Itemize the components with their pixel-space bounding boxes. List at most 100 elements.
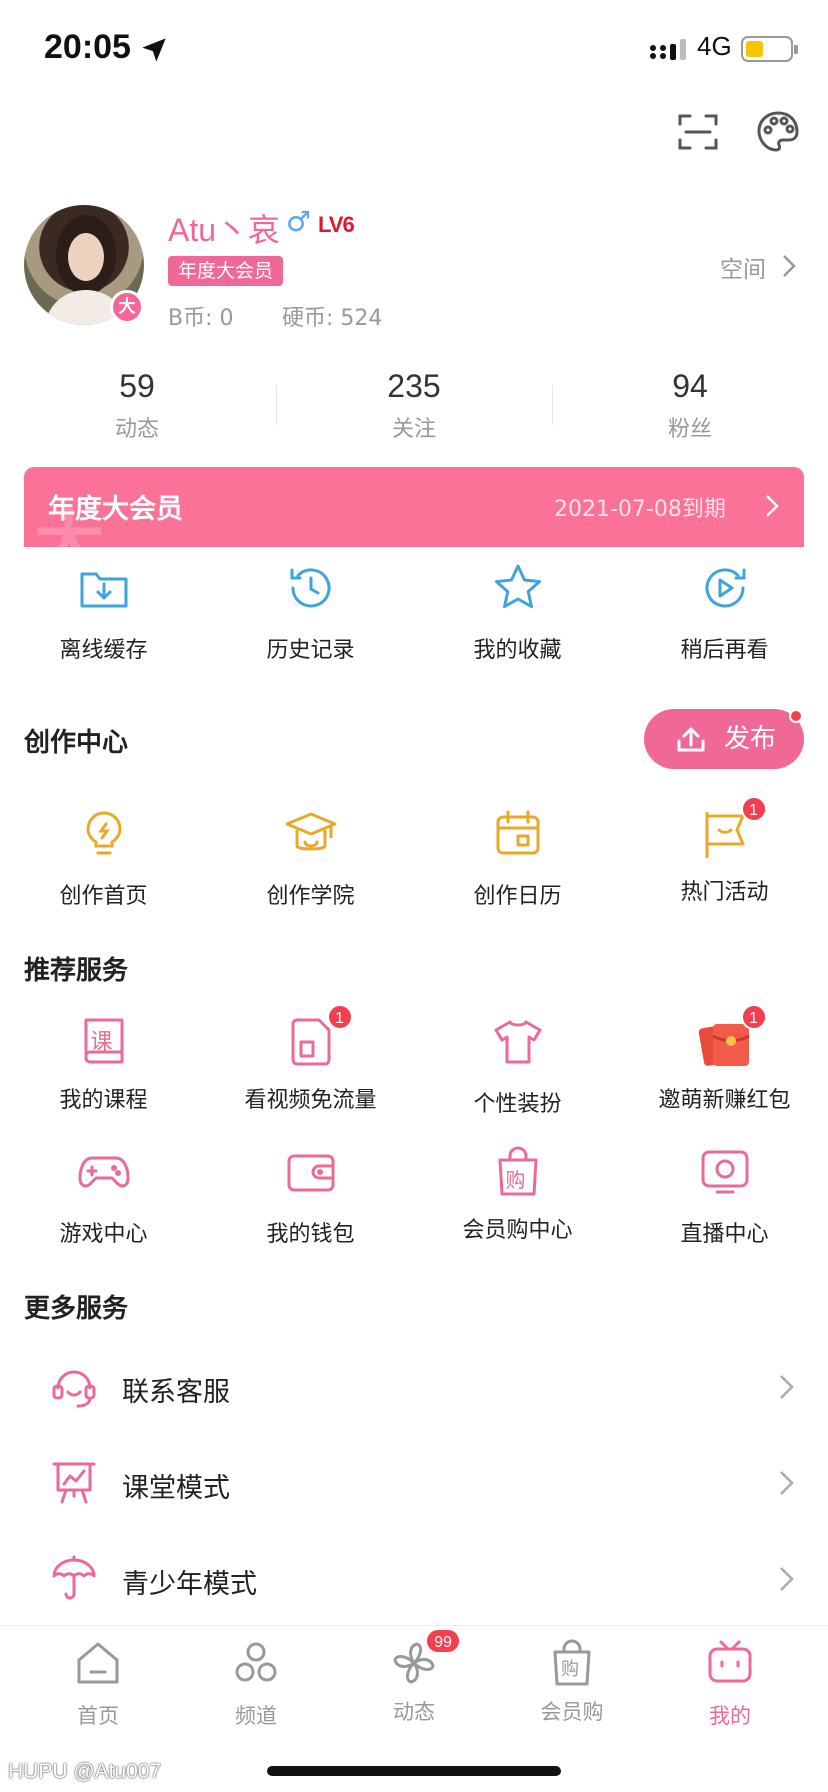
stat-label: 粉丝 (667, 417, 712, 442)
cell-label: 邀萌新赚红包 (658, 1088, 791, 1113)
watch-later-button[interactable]: 稍后再看 (621, 560, 828, 664)
location-arrow-icon (142, 38, 166, 62)
badge-count: 1 (326, 1004, 353, 1030)
chevron-right-icon (780, 1375, 794, 1399)
cell-label: 直播中心 (680, 1222, 769, 1247)
shopping-bag-icon: 购 (490, 1144, 546, 1200)
stat-followers[interactable]: 94 粉丝 (590, 368, 790, 443)
my-courses-button[interactable]: 课 我的课程 (0, 1014, 207, 1114)
classroom-mode-row[interactable]: 课堂模式 (0, 1436, 828, 1532)
publish-button[interactable]: 发布 (644, 709, 804, 769)
creation-home-button[interactable]: 创作首页 (0, 806, 207, 910)
umbrella-icon (52, 1555, 96, 1600)
level-badge: LV6 (318, 212, 355, 237)
invite-red-packet-button[interactable]: 1 邀萌新赚红包 (621, 1004, 828, 1114)
battery-icon (741, 36, 798, 62)
live-tv-icon (701, 1150, 748, 1194)
space-link[interactable]: 空间 (720, 250, 766, 284)
star-icon (494, 564, 541, 609)
bag-glyph: 购 (561, 1659, 579, 1680)
stat-following[interactable]: 235 关注 (314, 368, 514, 443)
chevron-right-icon[interactable] (778, 252, 800, 280)
cell-label: 游戏中心 (59, 1222, 148, 1247)
my-wallet-button[interactable]: 我的钱包 (207, 1144, 414, 1248)
home-icon (77, 1642, 119, 1684)
vip-banner[interactable]: 大 年度大会员 2021-07-08到期 (24, 467, 804, 547)
vip-tag[interactable]: 年度大会员 (168, 256, 284, 286)
cell-label: 创作首页 (59, 884, 148, 909)
upload-icon (677, 727, 705, 752)
tshirt-icon (494, 1020, 541, 1064)
badge-count: 1 (740, 1004, 767, 1030)
chevron-right-icon (766, 495, 779, 517)
home-indicator[interactable] (267, 1766, 561, 1776)
signal-icon (650, 39, 686, 60)
row-label: 联系客服 (122, 1377, 230, 1408)
stat-posts[interactable]: 59 动态 (37, 368, 237, 443)
cell-label: 热门活动 (680, 880, 769, 905)
tab-dynamics[interactable]: 99 动态 (335, 1628, 493, 1726)
scan-icon[interactable] (674, 108, 722, 156)
cell-label: 离线缓存 (59, 638, 148, 663)
headset-icon (52, 1370, 96, 1408)
cell-label: 会员购中心 (462, 1218, 573, 1243)
vip-badge-icon: 大 (110, 290, 144, 324)
course-book-icon: 课 (76, 1014, 132, 1070)
network-type: 4G (697, 31, 732, 61)
classroom-board-icon (52, 1462, 96, 1504)
customer-service-row[interactable]: 联系客服 (0, 1340, 828, 1436)
tab-label: 我的 (709, 1704, 751, 1728)
divider (276, 385, 277, 425)
row-label: 青少年模式 (122, 1569, 257, 1600)
favorites-button[interactable]: 我的收藏 (414, 560, 621, 664)
vip-banner-title: 年度大会员 (48, 494, 183, 525)
creation-calendar-button[interactable]: 创作日历 (414, 806, 621, 910)
cell-label: 历史记录 (266, 638, 355, 663)
stat-label: 关注 (391, 417, 436, 442)
divider (552, 385, 553, 425)
cell-label: 创作学院 (266, 884, 355, 909)
free-data-button[interactable]: 1 看视频免流量 (207, 1004, 414, 1114)
bag-glyph: 购 (505, 1168, 526, 1192)
chevron-right-icon (780, 1567, 794, 1591)
tab-home[interactable]: 首页 (19, 1638, 177, 1730)
stat-label: 动态 (114, 417, 159, 442)
coin-count: 硬币: 524 (282, 306, 383, 331)
shopping-bag-icon: 购 (547, 1638, 597, 1688)
badge-count: 99 (425, 1628, 461, 1654)
cell-label: 稍后再看 (680, 638, 769, 663)
stat-value: 59 (119, 368, 155, 404)
cell-label: 创作日历 (473, 884, 562, 909)
vip-shop-center-button[interactable]: 购 会员购中心 (414, 1144, 621, 1244)
publish-label: 发布 (724, 724, 777, 754)
lightbulb-icon (85, 811, 122, 855)
creation-academy-button[interactable]: 创作学院 (207, 806, 414, 910)
cell-label: 我的收藏 (473, 638, 562, 663)
download-folder-icon (80, 572, 127, 608)
username: Atu丶哀 (168, 212, 281, 248)
watermark: HUPU @Atu007 (8, 1760, 162, 1783)
more-services-title: 更多服务 (24, 1294, 129, 1324)
tab-channel[interactable]: 频道 (177, 1638, 335, 1730)
stat-value: 94 (672, 368, 708, 404)
stat-value: 235 (387, 368, 441, 404)
tab-label: 首页 (77, 1704, 119, 1728)
offline-cache-button[interactable]: 离线缓存 (0, 560, 207, 664)
tab-label: 会员购 (540, 1700, 604, 1724)
theme-palette-icon[interactable] (754, 108, 802, 156)
calendar-icon (496, 810, 539, 855)
teen-mode-row[interactable]: 青少年模式 (0, 1532, 828, 1628)
history-button[interactable]: 历史记录 (207, 560, 414, 664)
tab-vip-shop[interactable]: 购 会员购 (493, 1638, 651, 1726)
live-center-button[interactable]: 直播中心 (621, 1144, 828, 1248)
game-center-button[interactable]: 游戏中心 (0, 1144, 207, 1248)
channel-icon (235, 1642, 277, 1682)
history-clock-icon (290, 568, 330, 608)
hot-events-button[interactable]: 1 热门活动 (621, 796, 828, 906)
tab-mine[interactable]: 我的 (651, 1638, 809, 1730)
tv-icon (708, 1640, 752, 1683)
dress-up-button[interactable]: 个性装扮 (414, 1014, 621, 1118)
badge-count: 1 (740, 796, 767, 822)
cell-label: 看视频免流量 (244, 1088, 377, 1113)
vip-expire-date: 2021-07-08到期 (554, 497, 726, 522)
